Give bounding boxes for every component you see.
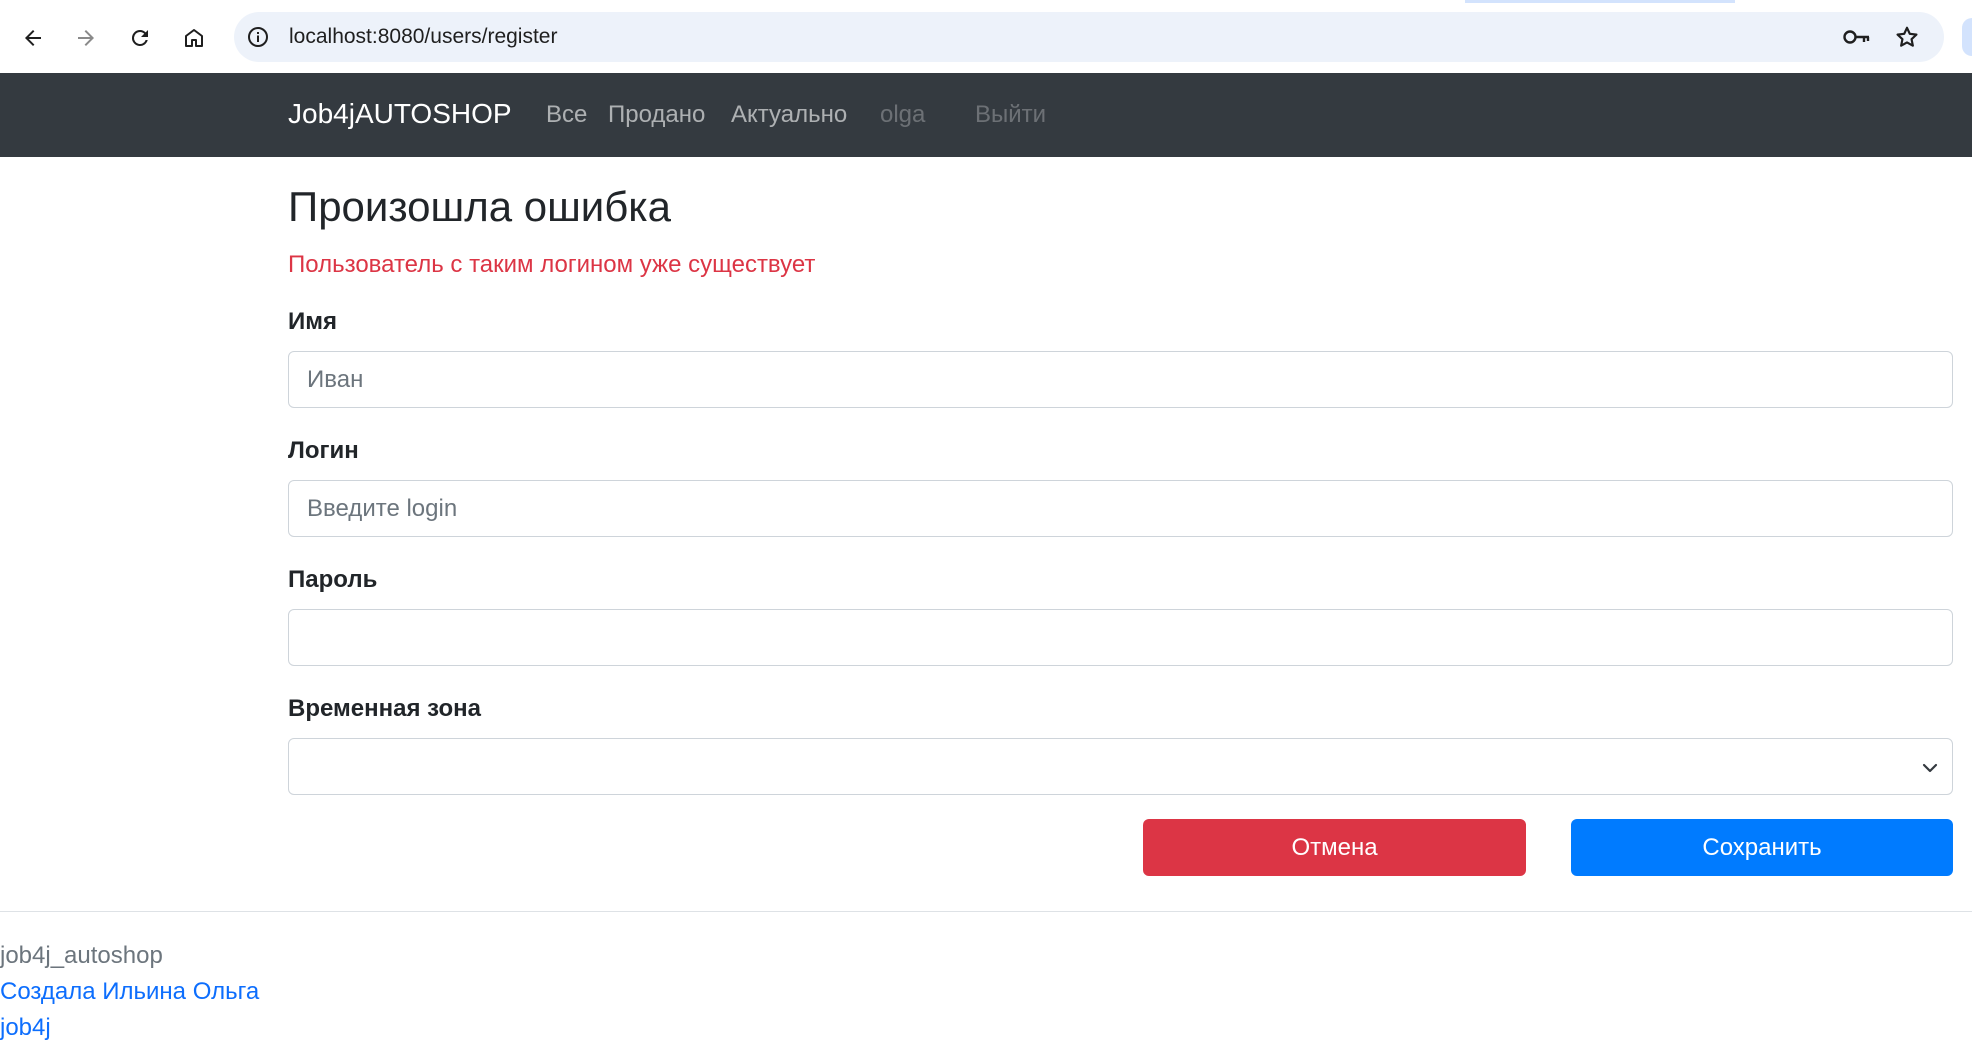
- address-bar[interactable]: localhost:8080/users/register: [234, 12, 1944, 62]
- back-button[interactable]: [13, 18, 53, 58]
- footer-divider: [0, 911, 1972, 912]
- page-title: Произошла ошибка: [288, 183, 671, 230]
- login-label: Логин: [288, 437, 359, 464]
- nav-link-all[interactable]: Все: [546, 99, 587, 131]
- footer-org-link[interactable]: job4j: [0, 1013, 51, 1043]
- password-label: Пароль: [288, 566, 378, 593]
- footer-author-link[interactable]: Создала Ильина Ольга: [0, 977, 259, 1007]
- nav-link-logout[interactable]: Выйти: [975, 99, 1046, 131]
- brand-link[interactable]: Job4jAUTOSHOP: [288, 97, 512, 131]
- home-icon: [185, 29, 203, 47]
- chevron-down-icon: [1922, 763, 1938, 773]
- timezone-select[interactable]: [288, 738, 1953, 795]
- timezone-label: Временная зона: [288, 695, 481, 722]
- side-panel-edge: [1962, 18, 1972, 56]
- name-input[interactable]: [288, 351, 1953, 408]
- name-label: Имя: [288, 308, 338, 335]
- forward-arrow-icon: [78, 30, 94, 46]
- browser-toolbar: localhost:8080/users/register: [0, 0, 1972, 73]
- footer-project-name: job4j_autoshop: [0, 942, 163, 969]
- error-message: Пользователь с таким логином уже существ…: [288, 251, 816, 278]
- nav-link-sold[interactable]: Продано: [608, 99, 705, 131]
- url-text[interactable]: localhost:8080/users/register: [289, 25, 557, 49]
- nav-link-actual[interactable]: Актуально: [731, 99, 847, 131]
- site-info-icon[interactable]: [246, 25, 270, 49]
- password-input[interactable]: [288, 609, 1953, 666]
- forward-button[interactable]: [66, 18, 106, 58]
- reload-icon: [131, 29, 148, 46]
- nav-link-user[interactable]: olga: [880, 99, 925, 131]
- back-arrow-icon: [25, 30, 41, 46]
- navbar: Job4jAUTOSHOP Все Продано Актуально olga…: [0, 73, 1972, 157]
- reload-button[interactable]: [120, 18, 160, 58]
- save-button[interactable]: Сохранить: [1571, 819, 1953, 876]
- login-input[interactable]: [288, 480, 1953, 537]
- home-button[interactable]: [174, 18, 214, 58]
- password-key-icon[interactable]: [1842, 24, 1872, 50]
- bookmark-star-icon[interactable]: [1894, 24, 1920, 50]
- cancel-button[interactable]: Отмена: [1143, 819, 1526, 876]
- tab-strip-edge: [1465, 0, 1735, 3]
